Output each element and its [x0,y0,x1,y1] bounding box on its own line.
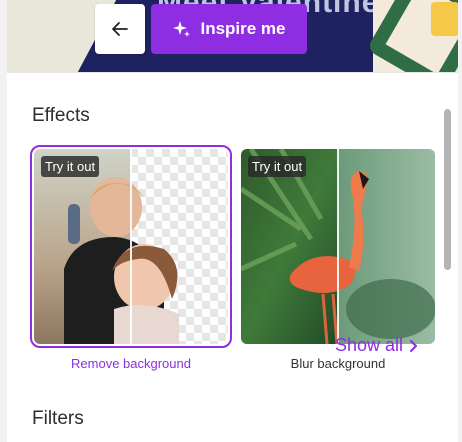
filters-heading: Filters [32,408,84,429]
show-all-label: Show all [335,335,404,355]
back-button[interactable] [95,4,145,54]
arrow-left-icon [112,22,128,36]
inspire-me-button[interactable]: Inspire me [151,4,307,54]
banner-thumbnail-right [366,0,458,72]
sparkles-icon [173,21,191,37]
try-it-out-badge: Try it out [41,156,100,177]
remove-background-card[interactable]: Try it out [30,145,232,348]
show-all-link[interactable]: Show all [335,335,419,356]
blur-background-caption[interactable]: Blur background [241,356,435,371]
effects-heading: Effects [32,105,90,126]
scrollbar-thumb[interactable] [444,109,451,270]
remove-background-preview [34,149,228,344]
blur-background-card[interactable]: Try it out [241,149,435,344]
try-it-out-badge: Try it out [248,156,307,177]
chevron-right-icon [410,339,418,352]
side-panel: Effects Try it out Remove background Try… [7,72,458,442]
remove-background-caption[interactable]: Remove background [34,356,228,371]
inspire-me-label: Inspire me [200,19,286,38]
blur-background-preview [241,149,435,344]
yellow-tile [431,2,458,36]
